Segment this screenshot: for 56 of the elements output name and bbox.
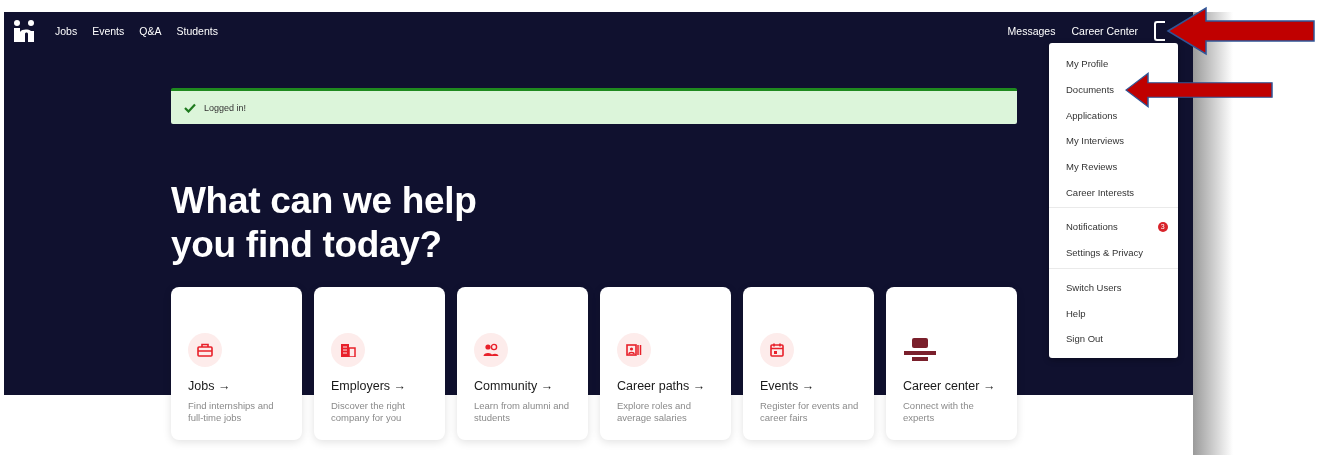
menu-item-label: Notifications <box>1066 221 1118 233</box>
menu-item[interactable]: Switch Users <box>1049 280 1134 295</box>
hero-heading: you find today? <box>171 223 442 267</box>
nav-link[interactable]: Events <box>92 25 125 37</box>
menu-item-label: My Interviews <box>1066 135 1125 147</box>
menu-item-label: My Profile <box>1066 58 1109 70</box>
menu-item-label: Career Interests <box>1066 186 1135 198</box>
card-title: Events → <box>760 379 815 393</box>
menu-item[interactable]: Settings & Privacy <box>1049 245 1156 260</box>
nav-link[interactable]: Students <box>176 25 218 37</box>
id-card-icon <box>626 343 642 357</box>
card-title: Employers → <box>331 379 407 393</box>
menu-item[interactable]: Career Interests <box>1049 185 1147 200</box>
card-description: Connect with the experts <box>903 400 975 424</box>
category-card[interactable]: Career center → Connect with the experts <box>886 287 1017 440</box>
category-card[interactable]: Jobs → Find internships and full-time jobs <box>171 287 302 440</box>
card-title: Career center → <box>903 379 996 393</box>
card-title: Jobs → <box>188 379 231 393</box>
card-description: Learn from alumni and students <box>474 400 571 424</box>
building-icon <box>340 343 356 357</box>
menu-item[interactable]: My Reviews <box>1049 159 1130 174</box>
menu-item[interactable]: Documents <box>1049 82 1127 97</box>
nav-link[interactable]: Q&A <box>139 25 162 37</box>
checkmark-icon <box>184 102 196 113</box>
nav-link[interactable]: Career Center <box>1071 25 1138 37</box>
alert-message: Logged in! <box>204 102 247 113</box>
menu-item-label: Help <box>1066 307 1086 319</box>
nav-link[interactable]: Messages <box>1007 25 1056 37</box>
card-title: Community → <box>474 379 554 393</box>
card-description: Find internships and full-time jobs <box>188 400 275 424</box>
avatar-button[interactable] <box>1154 21 1165 41</box>
logo-icon[interactable] <box>13 20 35 42</box>
menu-item[interactable]: My Interviews <box>1049 133 1137 148</box>
menu-item-label: Applications <box>1066 109 1118 121</box>
menu-item[interactable]: My Profile <box>1049 56 1121 71</box>
menu-item[interactable]: Sign Out <box>1049 331 1115 346</box>
calendar-icon <box>769 343 785 357</box>
menu-item[interactable]: Help <box>1049 306 1098 321</box>
people-icon <box>483 343 499 357</box>
menu-item[interactable]: Applications <box>1049 108 1130 123</box>
menu-item-label: Documents <box>1066 84 1115 96</box>
card-title: Career paths → <box>617 379 706 393</box>
briefcase-icon <box>197 343 213 357</box>
menu-item-label: Sign Out <box>1066 333 1103 345</box>
card-description: Register for events and career fairs <box>760 400 860 424</box>
category-card[interactable]: Employers → Discover the right company for you <box>314 287 445 440</box>
card-description: Explore roles and average salaries <box>617 400 692 424</box>
menu-item-label: My Reviews <box>1066 161 1118 173</box>
category-card[interactable]: Career paths → Explore roles and average salaries <box>600 287 731 440</box>
category-card[interactable]: Events → Register for events and career fairs <box>743 287 874 440</box>
menu-item-label: Switch Users <box>1066 281 1122 293</box>
hero-heading: What can we help <box>171 179 477 223</box>
card-description: Discover the right company for you <box>331 400 406 424</box>
nav-link[interactable]: Jobs <box>55 25 78 37</box>
menu-item-label: Settings & Privacy <box>1066 247 1144 259</box>
category-card[interactable]: Community → Learn from alumni and students <box>457 287 588 440</box>
